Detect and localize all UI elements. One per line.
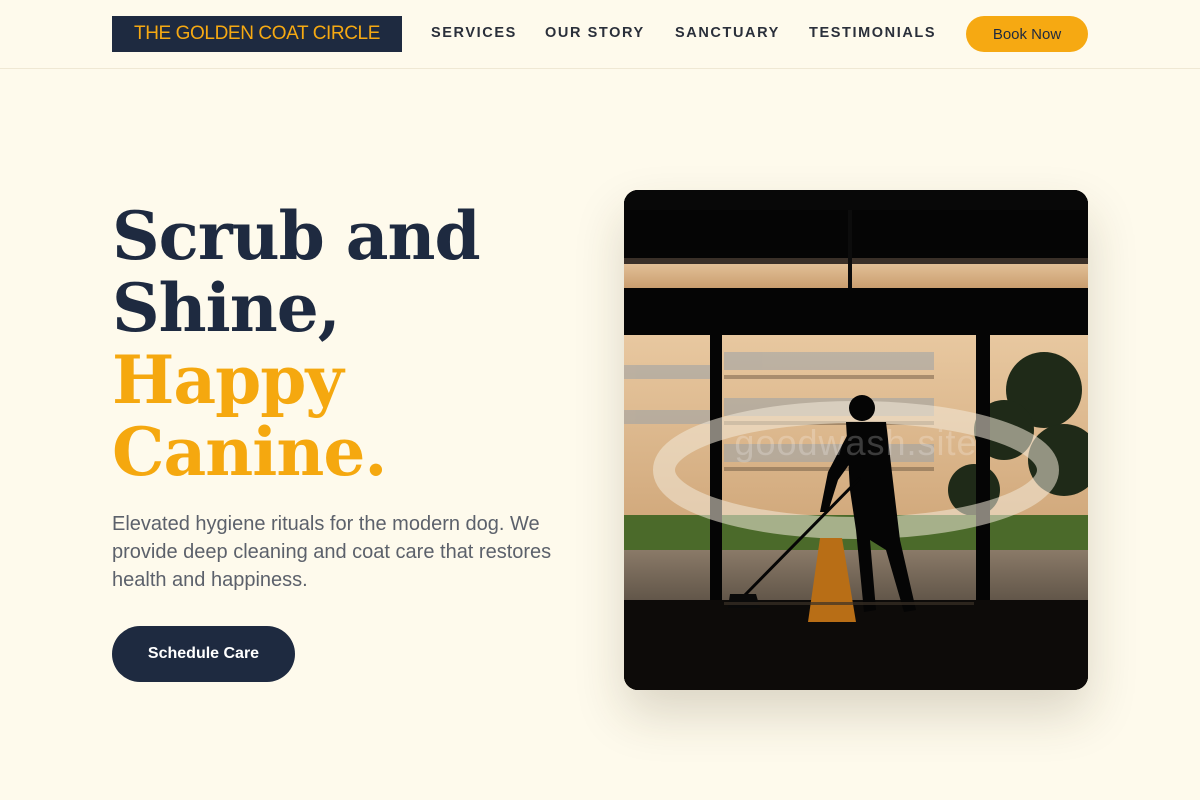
hero-headline: Scrub and Shine, Happy Canine. — [112, 200, 592, 488]
nav-link-services[interactable]: SERVICES — [431, 25, 517, 43]
cleaner-silhouette-photo — [624, 190, 1088, 690]
nav-link-our-story[interactable]: OUR STORY — [545, 25, 645, 43]
hero-image: goodwash.site — [624, 190, 1088, 690]
hero-description: Elevated hygiene rituals for the modern … — [112, 513, 552, 591]
brand-logo[interactable]: THE GOLDEN COAT CIRCLE — [112, 16, 402, 52]
headline-line-2: Shine, — [112, 269, 341, 347]
nav-link-testimonials[interactable]: TESTIMONIALS — [809, 25, 936, 43]
book-now-button[interactable]: Book Now — [966, 16, 1088, 52]
site-header: THE GOLDEN COAT CIRCLE SERVICES OUR STOR… — [0, 0, 1200, 69]
headline-line-3: Happy — [112, 341, 344, 419]
headline-line-1: Scrub and — [112, 197, 481, 275]
headline-line-4: Canine. — [112, 413, 387, 491]
nav-link-sanctuary[interactable]: SANCTUARY — [675, 25, 780, 43]
schedule-care-button[interactable]: Schedule Care — [112, 626, 295, 682]
